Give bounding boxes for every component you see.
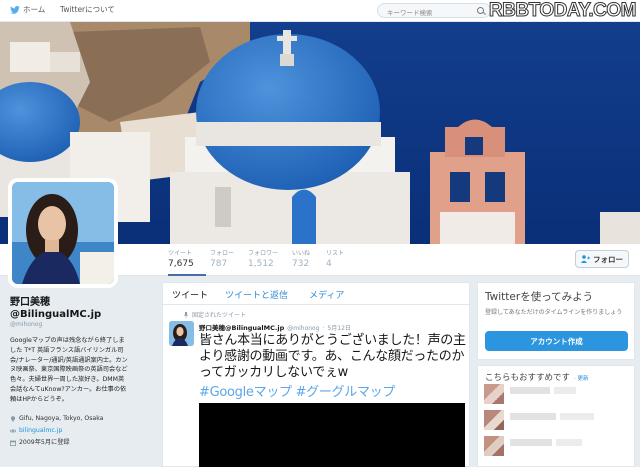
recommendations-header: こちらもおすすめです · 更新 — [485, 371, 627, 383]
tweet-date-separator: · — [322, 325, 325, 332]
tab-tweets-and-replies[interactable]: ツイートと返信 — [225, 288, 288, 301]
recommendations-title: こちらもおすすめです — [485, 373, 571, 383]
profile-bio: Googleマップの声は残念ながら終了しました T*T 英語フランス語バイリンガ… — [10, 337, 128, 403]
follow-button[interactable]: フォロー — [575, 250, 629, 268]
blurred-name — [510, 439, 552, 446]
site-watermark: RBBTODAY.COM — [488, 0, 637, 22]
tweet-author-name[interactable]: 野口美穂@BilingualMC.jp — [199, 322, 284, 332]
pin-icon — [183, 311, 189, 318]
calendar-icon — [10, 440, 16, 446]
blurred-handle — [560, 413, 594, 420]
profile-url-row: bilingualmc.jp — [10, 425, 130, 437]
profile-info: 野口美穂 @BilingualMC.jp @mihonog Googleマップの… — [10, 293, 130, 449]
nav-about[interactable]: Twitterについて — [60, 4, 115, 15]
signup-promo-description: 登録してあなただけのタイムラインを作りましょう — [485, 309, 623, 316]
recommendations-box: こちらもおすすめです · 更新 — [477, 365, 635, 467]
recommendations-refresh-label: 更新 — [577, 376, 589, 382]
profile-location-row: Gifu, Nagoya, Tokyo, Osaka — [10, 413, 130, 425]
stat-value: 1,512 — [248, 259, 274, 269]
profile-joined-row: 2009年5月に登録 — [10, 437, 130, 449]
stat-value: 7,675 — [168, 259, 194, 269]
tweet-author-handle[interactable]: @mihonog — [287, 325, 319, 332]
search-placeholder: キーワード検索 — [387, 9, 433, 17]
nav-about-label: Twitterについて — [60, 5, 115, 14]
stat-value: 4 — [326, 259, 332, 269]
profile-avatar[interactable] — [8, 178, 118, 288]
link-icon — [10, 429, 16, 432]
tweet-text: 皆さん本当にありがとうございました！声の主より感謝の動画です。あ、こんな顔だった… — [199, 333, 466, 380]
stat-followers[interactable]: フォロワー 1,512 — [248, 248, 292, 269]
stat-label: フォロワー — [248, 250, 279, 257]
create-account-button[interactable]: アカウント作成 — [485, 331, 628, 351]
signup-promo-title: Twitterを使ってみよう — [485, 291, 594, 303]
profile-display-handle: @BilingualMC.jp — [10, 309, 102, 320]
twitter-bird-icon — [10, 5, 20, 14]
tab-tweets[interactable]: ツイート — [172, 288, 208, 301]
stat-tweets[interactable]: ツイート 7,675 — [168, 248, 212, 276]
search-icon[interactable] — [477, 7, 484, 14]
tweet-author-avatar[interactable] — [169, 321, 194, 346]
blurred-name — [510, 413, 556, 420]
profile-name: 野口美穂 — [10, 297, 50, 308]
tweet-date[interactable]: 5月12日 — [327, 323, 350, 332]
recommendations-refresh-link[interactable]: · 更新 — [574, 374, 589, 382]
stat-label: ツイート — [168, 250, 193, 257]
blurred-name — [510, 387, 550, 394]
blurred-handle — [556, 439, 582, 446]
follow-button-label: フォロー — [593, 254, 623, 264]
recommended-avatar-blurred — [484, 410, 504, 430]
location-pin-icon — [11, 415, 15, 422]
stat-label: リスト — [326, 250, 345, 257]
tab-media[interactable]: メディア — [309, 288, 344, 301]
tweet-header: 野口美穂@BilingualMC.jp @mihonog · 5月12日 — [199, 322, 351, 332]
recommended-account[interactable] — [484, 410, 624, 432]
stat-lists[interactable]: リスト 4 — [326, 248, 370, 269]
profile-url-link[interactable]: bilingualmc.jp — [19, 425, 62, 437]
tweet-hashtags[interactable]: #Googleマップ #グーグルマップ — [199, 381, 395, 400]
recommended-account[interactable] — [484, 436, 624, 458]
tweet-timeline: ツイート ツイートと返信 メディア 固定されたツイート 野口美穂@Bilingu… — [162, 282, 470, 467]
timeline-tabs: ツイート ツイートと返信 メディア — [163, 283, 469, 305]
recommended-avatar-blurred — [484, 384, 504, 404]
nav-home-label: ホーム — [23, 5, 46, 14]
nav-home[interactable]: ホーム — [10, 4, 45, 15]
profile-joined: 2009年5月に登録 — [19, 438, 70, 446]
recommended-avatar-blurred — [484, 436, 504, 456]
blurred-handle — [554, 387, 576, 394]
profile-handle[interactable]: @mihonog — [10, 321, 130, 328]
pinned-tweet-label: 固定されたツイート — [183, 310, 246, 319]
search-input[interactable]: キーワード検索 — [377, 3, 491, 18]
profile-meta: Gifu, Nagoya, Tokyo, Osaka bilingualmc.j… — [10, 413, 130, 449]
tweet-video[interactable] — [199, 403, 465, 467]
profile-location: Gifu, Nagoya, Tokyo, Osaka — [19, 414, 104, 422]
recommended-account[interactable] — [484, 384, 624, 406]
add-user-icon — [581, 255, 590, 263]
top-navigation-bar: ホーム Twitterについて キーワード検索 アカ RBBTODAY.COM — [0, 0, 640, 22]
signup-promo-box: Twitterを使ってみよう 登録してあなただけのタイムラインを作りましょう ア… — [477, 282, 635, 360]
pinned-label-text: 固定されたツイート — [192, 312, 247, 319]
